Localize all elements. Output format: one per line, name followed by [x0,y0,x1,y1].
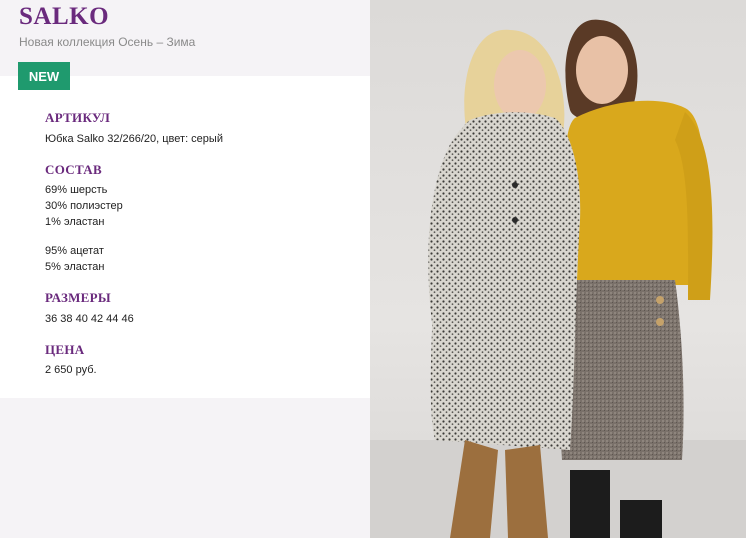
composition-line: 5% эластан [45,261,105,273]
models-illustration [370,19,746,538]
sizes-value: 36 38 40 42 44 46 [45,313,134,325]
collection-subtitle: Новая коллекция Осень – Зима [19,35,196,49]
article-title: АРТИКУЛ [45,110,111,125]
composition-line: 1% эластан [45,216,105,228]
composition-title: СОСТАВ [45,162,102,177]
composition-line: 30% полиэстер [45,200,123,212]
composition-line: 69% шерсть [45,184,108,196]
footer-panel [0,398,370,538]
price-value: 2 650 руб. [45,364,97,376]
composition-line: 95% ацетат [45,245,104,257]
sizes-title: РАЗМЕРЫ [45,290,111,305]
article-value: Юбка Salko 32/266/20, цвет: серый [45,133,223,145]
new-badge: NEW [18,62,70,90]
brand-title: SALKO [19,3,110,30]
product-photo [370,0,746,538]
price-title: ЦЕНА [45,342,85,357]
